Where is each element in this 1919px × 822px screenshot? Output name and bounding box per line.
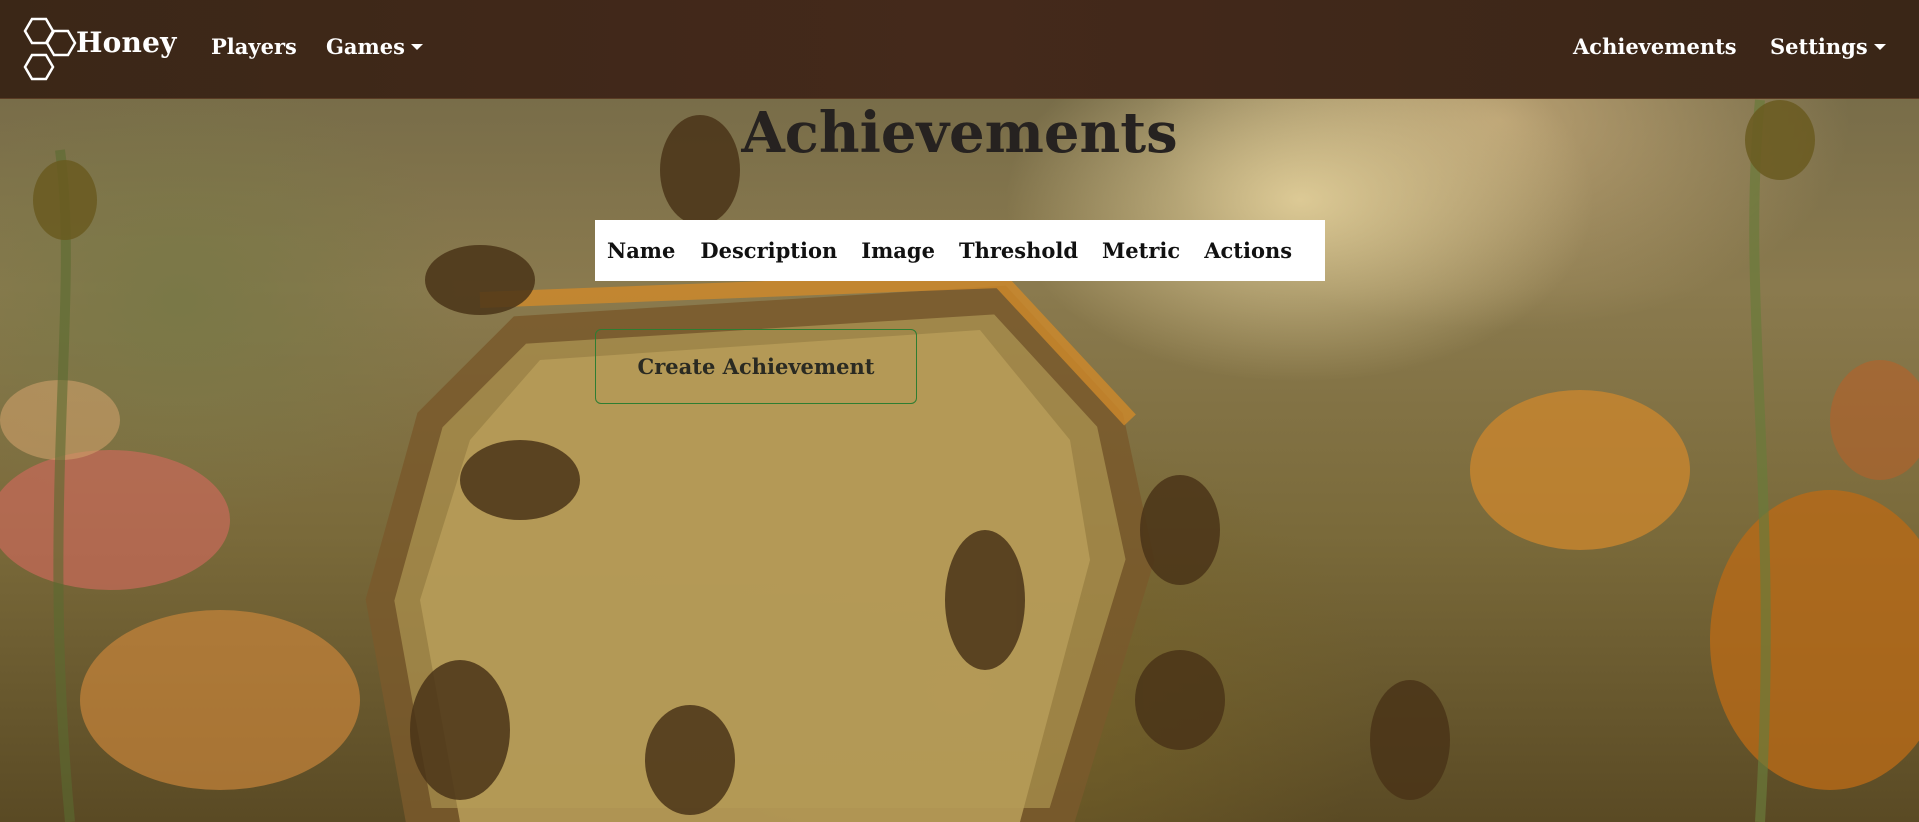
column-header-name: Name xyxy=(607,238,676,263)
honeycomb-logo-icon xyxy=(23,17,77,81)
brand-home-link[interactable]: Honey xyxy=(16,17,177,81)
column-header-actions: Actions xyxy=(1204,238,1293,263)
column-header-threshold: Threshold xyxy=(958,238,1079,263)
create-achievement-label: Create Achievement xyxy=(637,354,875,379)
top-navbar: Honey Players Games Achievements Setting… xyxy=(0,0,1919,99)
create-achievement-button[interactable]: Create Achievement xyxy=(595,329,917,404)
nav-games-dropdown[interactable]: Games xyxy=(326,34,423,59)
column-header-description: Description xyxy=(700,238,838,263)
nav-games-label: Games xyxy=(326,34,405,59)
chevron-down-icon xyxy=(1873,44,1886,50)
nav-players-link[interactable]: Players xyxy=(211,34,297,59)
column-header-image: Image xyxy=(861,238,935,263)
chevron-down-icon xyxy=(410,44,423,50)
column-header-metric: Metric xyxy=(1102,238,1181,263)
nav-settings-label: Settings xyxy=(1770,34,1868,59)
achievements-table: Name Description Image Threshold Metric … xyxy=(595,220,1325,281)
page-title: Achievements xyxy=(741,100,1178,166)
nav-achievements-label: Achievements xyxy=(1573,34,1737,59)
nav-settings-dropdown[interactable]: Settings xyxy=(1770,34,1886,59)
brand-name: Honey xyxy=(76,25,177,59)
nav-achievements-link[interactable]: Achievements xyxy=(1573,34,1737,59)
nav-players-label: Players xyxy=(211,34,297,59)
